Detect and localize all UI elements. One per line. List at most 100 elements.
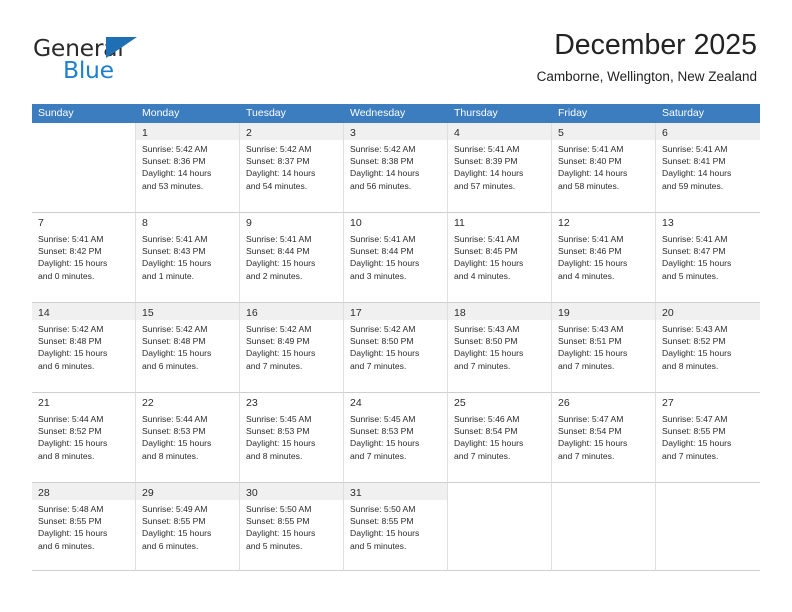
day-number: 8 <box>142 217 148 229</box>
day-cell[interactable]: 25 Sunrise: 5:46 AM Sunset: 8:54 PM Dayl… <box>448 393 552 483</box>
day-cell[interactable]: 17 Sunrise: 5:42 AM Sunset: 8:50 PM Dayl… <box>344 303 448 393</box>
day-info: Sunrise: 5:41 AM Sunset: 8:41 PM Dayligh… <box>656 140 760 192</box>
day-cell[interactable]: 29 Sunrise: 5:49 AM Sunset: 8:55 PM Dayl… <box>136 483 240 571</box>
day-number: 7 <box>38 217 44 229</box>
day-info: Sunrise: 5:41 AM Sunset: 8:44 PM Dayligh… <box>344 230 447 282</box>
day-cell[interactable]: 26 Sunrise: 5:47 AM Sunset: 8:54 PM Dayl… <box>552 393 656 483</box>
day-cell[interactable]: 14 Sunrise: 5:42 AM Sunset: 8:48 PM Dayl… <box>32 303 136 393</box>
day-number-bar: 21 <box>32 393 135 410</box>
daylight-text-line1: Daylight: 15 hours <box>662 438 732 449</box>
day-cell[interactable]: 1 Sunrise: 5:42 AM Sunset: 8:36 PM Dayli… <box>136 123 240 213</box>
day-cell[interactable]: 5 Sunrise: 5:41 AM Sunset: 8:40 PM Dayli… <box>552 123 656 213</box>
day-info: Sunrise: 5:41 AM Sunset: 8:39 PM Dayligh… <box>448 140 551 192</box>
daylight-text-line2: and 8 minutes. <box>142 450 199 461</box>
day-info: Sunrise: 5:41 AM Sunset: 8:42 PM Dayligh… <box>32 230 135 282</box>
day-number-bar <box>552 483 655 500</box>
day-cell[interactable]: 12 Sunrise: 5:41 AM Sunset: 8:46 PM Dayl… <box>552 213 656 303</box>
daylight-text-line1: Daylight: 15 hours <box>350 348 420 359</box>
day-number: 21 <box>38 397 50 409</box>
day-cell[interactable]: 27 Sunrise: 5:47 AM Sunset: 8:55 PM Dayl… <box>656 393 760 483</box>
sunrise-text: Sunrise: 5:41 AM <box>662 234 728 244</box>
day-cell[interactable]: 6 Sunrise: 5:41 AM Sunset: 8:41 PM Dayli… <box>656 123 760 213</box>
page-header: General Blue December 2025 Camborne, Wel… <box>0 0 792 104</box>
day-cell[interactable]: 13 Sunrise: 5:41 AM Sunset: 8:47 PM Dayl… <box>656 213 760 303</box>
day-number: 29 <box>142 487 154 499</box>
day-number-bar: 25 <box>448 393 551 410</box>
daylight-text-line2: and 4 minutes. <box>558 270 615 281</box>
day-info: Sunrise: 5:49 AM Sunset: 8:55 PM Dayligh… <box>136 500 239 552</box>
day-cell[interactable]: 20 Sunrise: 5:43 AM Sunset: 8:52 PM Dayl… <box>656 303 760 393</box>
day-cell-empty <box>552 483 656 571</box>
sunset-text: Sunset: 8:50 PM <box>454 336 518 347</box>
day-cell[interactable]: 16 Sunrise: 5:42 AM Sunset: 8:49 PM Dayl… <box>240 303 344 393</box>
day-number-bar: 6 <box>656 123 760 140</box>
day-cell[interactable]: 2 Sunrise: 5:42 AM Sunset: 8:37 PM Dayli… <box>240 123 344 213</box>
daylight-text-line2: and 53 minutes. <box>142 180 204 191</box>
day-info: Sunrise: 5:50 AM Sunset: 8:55 PM Dayligh… <box>240 500 343 552</box>
day-number: 13 <box>662 217 674 229</box>
dow-header-wednesday: Wednesday <box>350 107 406 119</box>
day-info: Sunrise: 5:42 AM Sunset: 8:48 PM Dayligh… <box>136 320 239 372</box>
week-row: 28 Sunrise: 5:48 AM Sunset: 8:55 PM Dayl… <box>32 483 760 571</box>
day-cell[interactable]: 28 Sunrise: 5:48 AM Sunset: 8:55 PM Dayl… <box>32 483 136 571</box>
daylight-text-line1: Daylight: 14 hours <box>246 168 316 179</box>
day-cell[interactable]: 3 Sunrise: 5:42 AM Sunset: 8:38 PM Dayli… <box>344 123 448 213</box>
day-info: Sunrise: 5:42 AM Sunset: 8:50 PM Dayligh… <box>344 320 447 372</box>
day-cell[interactable]: 18 Sunrise: 5:43 AM Sunset: 8:50 PM Dayl… <box>448 303 552 393</box>
daylight-text-line2: and 7 minutes. <box>454 450 511 461</box>
day-info <box>656 500 760 503</box>
day-number-bar: 4 <box>448 123 551 140</box>
sunrise-text: Sunrise: 5:44 AM <box>38 414 104 424</box>
day-info: Sunrise: 5:48 AM Sunset: 8:55 PM Dayligh… <box>32 500 135 552</box>
day-info: Sunrise: 5:42 AM Sunset: 8:48 PM Dayligh… <box>32 320 135 372</box>
day-cell[interactable]: 8 Sunrise: 5:41 AM Sunset: 8:43 PM Dayli… <box>136 213 240 303</box>
day-cell[interactable]: 23 Sunrise: 5:45 AM Sunset: 8:53 PM Dayl… <box>240 393 344 483</box>
day-number: 30 <box>246 487 258 499</box>
dow-header-sunday: Sunday <box>38 107 74 119</box>
week-row: 7 Sunrise: 5:41 AM Sunset: 8:42 PM Dayli… <box>32 213 760 303</box>
day-cell-empty <box>656 483 760 571</box>
daylight-text-line1: Daylight: 15 hours <box>38 528 108 539</box>
day-number: 2 <box>246 127 252 139</box>
day-cell[interactable]: 15 Sunrise: 5:42 AM Sunset: 8:48 PM Dayl… <box>136 303 240 393</box>
day-cell[interactable]: 7 Sunrise: 5:41 AM Sunset: 8:42 PM Dayli… <box>32 213 136 303</box>
sunrise-text: Sunrise: 5:41 AM <box>558 144 624 154</box>
daylight-text-line1: Daylight: 15 hours <box>558 348 628 359</box>
day-number-bar: 15 <box>136 303 239 320</box>
sunset-text: Sunset: 8:40 PM <box>558 156 622 167</box>
day-cell[interactable]: 31 Sunrise: 5:50 AM Sunset: 8:55 PM Dayl… <box>344 483 448 571</box>
day-number: 14 <box>38 307 50 319</box>
daylight-text-line2: and 7 minutes. <box>662 450 719 461</box>
daylight-text-line2: and 58 minutes. <box>558 180 620 191</box>
day-cell[interactable]: 19 Sunrise: 5:43 AM Sunset: 8:51 PM Dayl… <box>552 303 656 393</box>
sunrise-text: Sunrise: 5:41 AM <box>142 234 208 244</box>
day-cell[interactable]: 21 Sunrise: 5:44 AM Sunset: 8:52 PM Dayl… <box>32 393 136 483</box>
day-cell[interactable]: 22 Sunrise: 5:44 AM Sunset: 8:53 PM Dayl… <box>136 393 240 483</box>
dow-header-friday: Friday <box>558 107 588 119</box>
day-number-bar: 11 <box>448 213 551 230</box>
day-cell-empty <box>448 483 552 571</box>
day-number-bar: 31 <box>344 483 447 500</box>
day-cell[interactable]: 11 Sunrise: 5:41 AM Sunset: 8:45 PM Dayl… <box>448 213 552 303</box>
sunset-text: Sunset: 8:54 PM <box>454 426 518 437</box>
day-info: Sunrise: 5:43 AM Sunset: 8:51 PM Dayligh… <box>552 320 655 372</box>
daylight-text-line1: Daylight: 15 hours <box>246 348 316 359</box>
week-row: 21 Sunrise: 5:44 AM Sunset: 8:52 PM Dayl… <box>32 393 760 483</box>
sunset-text: Sunset: 8:45 PM <box>454 246 518 257</box>
day-cell[interactable]: 10 Sunrise: 5:41 AM Sunset: 8:44 PM Dayl… <box>344 213 448 303</box>
sunrise-text: Sunrise: 5:45 AM <box>246 414 312 424</box>
general-blue-logo[interactable]: General Blue <box>33 34 223 84</box>
day-number: 26 <box>558 397 570 409</box>
daylight-text-line2: and 6 minutes. <box>142 540 199 551</box>
day-cell[interactable]: 30 Sunrise: 5:50 AM Sunset: 8:55 PM Dayl… <box>240 483 344 571</box>
day-cell[interactable]: 4 Sunrise: 5:41 AM Sunset: 8:39 PM Dayli… <box>448 123 552 213</box>
day-number-bar: 26 <box>552 393 655 410</box>
sunrise-text: Sunrise: 5:41 AM <box>246 234 312 244</box>
day-cell[interactable]: 24 Sunrise: 5:45 AM Sunset: 8:53 PM Dayl… <box>344 393 448 483</box>
sunrise-text: Sunrise: 5:48 AM <box>38 504 104 514</box>
sunrise-text: Sunrise: 5:49 AM <box>142 504 208 514</box>
day-number: 20 <box>662 307 674 319</box>
daylight-text-line1: Daylight: 15 hours <box>142 258 212 269</box>
day-cell[interactable]: 9 Sunrise: 5:41 AM Sunset: 8:44 PM Dayli… <box>240 213 344 303</box>
daylight-text-line2: and 3 minutes. <box>350 270 407 281</box>
